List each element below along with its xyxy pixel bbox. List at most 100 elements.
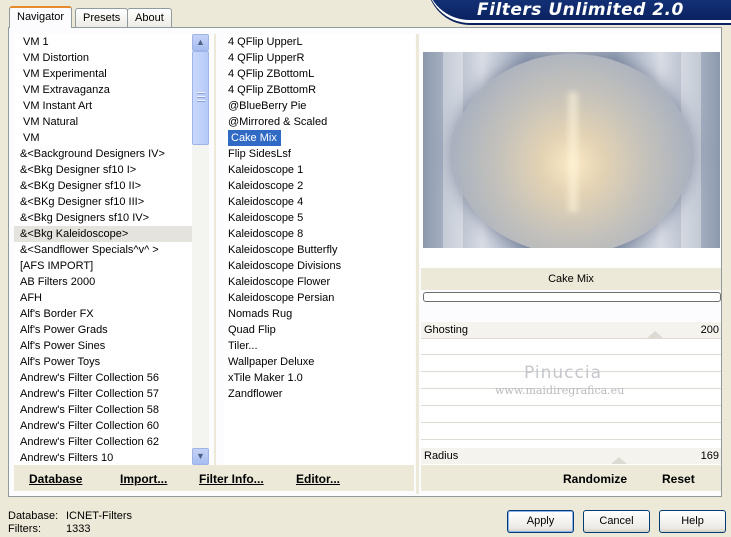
filters-item[interactable]: Kaleidoscope Flower [224, 274, 414, 290]
categories-item[interactable]: Andrew's Filter Collection 56 [14, 370, 192, 386]
filters-item[interactable]: 4 QFlip ZBottomR [224, 82, 414, 98]
tab-about[interactable]: About [127, 8, 172, 27]
categories-item[interactable]: Andrew's Filter Collection 58 [14, 402, 192, 418]
filters-item-label: Nomads Rug [228, 308, 293, 320]
filters-item-label: Kaleidoscope Butterfly [228, 244, 338, 256]
filters-item[interactable]: Kaleidoscope Butterfly [224, 242, 414, 258]
categories-item[interactable]: VM [14, 130, 192, 146]
filters-item[interactable]: Flip SidesLsf [224, 146, 414, 162]
filters-item[interactable]: Quad Flip [224, 322, 414, 338]
progress-bar [423, 292, 721, 302]
categories-item[interactable]: Alf's Power Grads [14, 322, 192, 338]
filter-list[interactable]: 4 QFlip UpperL 4 QFlip UpperR 4 QFlip ZBot… [224, 34, 414, 465]
filters-item[interactable]: Kaleidoscope Divisions [224, 258, 414, 274]
categories-item[interactable]: Andrew's Filter Collection 62 [14, 434, 192, 450]
filters-item[interactable]: Cake Mix [224, 130, 414, 146]
radius-marker[interactable] [611, 457, 627, 464]
filters-item-label: 4 QFlip ZBottomR [228, 84, 317, 96]
help-button[interactable]: Help [659, 510, 726, 533]
categories-item[interactable]: VM Experimental [14, 66, 192, 82]
slider-empty [421, 406, 721, 423]
filters-item[interactable]: @BlueBerry Pie [224, 98, 414, 114]
categories-item[interactable]: &<Bkg Kaleidoscope> [14, 226, 192, 242]
ghosting-marker[interactable] [647, 331, 663, 338]
categories-item[interactable]: VM Natural [14, 114, 192, 130]
categories-item-label: Alf's Power Grads [20, 324, 108, 336]
categories-item[interactable]: Alf's Power Sines [14, 338, 192, 354]
filters-item-label: 4 QFlip UpperL [228, 36, 303, 48]
categories-item[interactable]: VM Extravaganza [14, 82, 192, 98]
filters-item[interactable]: Wallpaper Deluxe [224, 354, 414, 370]
slider-radius[interactable]: Radius 169 [421, 448, 721, 464]
slider-value: 169 [700, 450, 719, 462]
categories-item[interactable]: AB Filters 2000 [14, 274, 192, 290]
filters-item-label: Kaleidoscope Divisions [228, 260, 342, 272]
filters-item[interactable]: Zandflower [224, 386, 414, 402]
filters-item[interactable]: Nomads Rug [224, 306, 414, 322]
watermark-url: www.maidiregrafica.eu [495, 384, 625, 397]
filters-item[interactable]: Tiler... [224, 338, 414, 354]
filters-item[interactable]: Kaleidoscope 2 [224, 178, 414, 194]
watermark-name: Pinuccia [524, 363, 602, 383]
editor-button[interactable]: Editor... [296, 472, 340, 486]
categories-item[interactable]: &<Bkg Designers sf10 IV> [14, 210, 192, 226]
category-list[interactable]: VM 1 VM Distortion VM Experimental VM Extra… [14, 34, 192, 465]
categories-item[interactable]: &<Bkg Designer sf10 I> [14, 162, 192, 178]
filters-item[interactable]: 4 QFlip UpperL [224, 34, 414, 50]
categories-item[interactable]: VM Instant Art [14, 98, 192, 114]
slider-empty [421, 338, 721, 355]
filters-item-label: xTile Maker 1.0 [228, 372, 303, 384]
cancel-button[interactable]: Cancel [583, 510, 650, 533]
apply-button[interactable]: Apply [507, 510, 574, 533]
categories-item-label: &<Bkg Designer sf10 I> [20, 164, 137, 176]
import-button[interactable]: Import... [120, 472, 167, 486]
filters-item-label: Kaleidoscope Flower [228, 276, 331, 288]
category-scrollbar[interactable]: ▲ ▼ [192, 34, 209, 465]
slider-name: Radius [424, 450, 459, 462]
filters-item-label: Flip SidesLsf [228, 148, 291, 160]
filters-item-label: Kaleidoscope Persian [228, 292, 335, 304]
categories-item[interactable]: Andrew's Filters 10 [14, 450, 192, 465]
categories-item[interactable]: &<Background Designers IV> [14, 146, 192, 162]
categories-item[interactable]: VM 1 [14, 34, 192, 50]
filters-item-label: Cake Mix [228, 130, 281, 146]
categories-item[interactable]: Andrew's Filter Collection 60 [14, 418, 192, 434]
scroll-down-button[interactable]: ▼ [192, 448, 209, 465]
filters-label: Filters: [8, 523, 41, 535]
categories-item[interactable]: AFH [14, 290, 192, 306]
tab-presets[interactable]: Presets [75, 8, 129, 27]
filters-item[interactable]: Kaleidoscope 5 [224, 210, 414, 226]
filters-item[interactable]: Kaleidoscope 1 [224, 162, 414, 178]
tab-navigator[interactable]: Navigator [9, 6, 73, 28]
filter-info-button[interactable]: Filter Info... [199, 472, 264, 486]
categories-item-label: VM Extravaganza [23, 84, 110, 96]
reset-button[interactable]: Reset [662, 472, 695, 486]
filters-item[interactable]: 4 QFlip UpperR [224, 50, 414, 66]
categories-item[interactable]: &<BKg Designer sf10 II> [14, 178, 192, 194]
filters-item[interactable]: @Mirrored & Scaled [224, 114, 414, 130]
categories-item[interactable]: &<BKg Designer sf10 III> [14, 194, 192, 210]
categories-item[interactable]: Andrew's Filter Collection 57 [14, 386, 192, 402]
scroll-thumb[interactable] [192, 51, 209, 145]
categories-item[interactable]: &<Sandflower Specials^v^ > [14, 242, 192, 258]
filters-item[interactable]: 4 QFlip ZBottomL [224, 66, 414, 82]
categories-item[interactable]: VM Distortion [14, 50, 192, 66]
categories-item-label: &<Background Designers IV> [20, 148, 165, 160]
slider-empty [421, 423, 721, 440]
categories-item-label: &<BKg Designer sf10 III> [20, 196, 145, 208]
filters-item[interactable]: Kaleidoscope Persian [224, 290, 414, 306]
filters-item[interactable]: xTile Maker 1.0 [224, 370, 414, 386]
filters-item-label: Kaleidoscope 4 [228, 196, 304, 208]
filters-item[interactable]: Kaleidoscope 4 [224, 194, 414, 210]
database-button[interactable]: Database [29, 472, 82, 486]
app-title: Filters Unlimited 2.0 [477, 0, 684, 20]
categories-item[interactable]: Alf's Border FX [14, 306, 192, 322]
slider-ghosting[interactable]: Ghosting 200 [421, 322, 721, 339]
categories-item[interactable]: [AFS IMPORT] [14, 258, 192, 274]
categories-item[interactable]: Alf's Power Toys [14, 354, 192, 370]
filters-item-label: Tiler... [228, 340, 258, 352]
scroll-up-button[interactable]: ▲ [192, 34, 209, 51]
randomize-button[interactable]: Randomize [563, 472, 627, 486]
filters-item-label: 4 QFlip ZBottomL [228, 68, 315, 80]
filters-item[interactable]: Kaleidoscope 8 [224, 226, 414, 242]
